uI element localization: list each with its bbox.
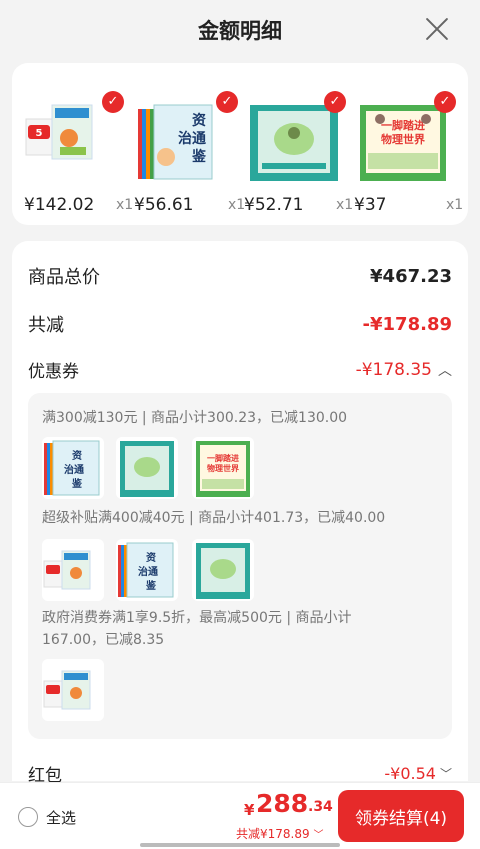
coupon-rule: 满300减130元 | 商品小计300.23，已减130.00: [42, 410, 348, 426]
coupon-product-thumbnail: 一脚踏进 物理世界: [192, 437, 254, 499]
select-all-label[interactable]: 全选: [46, 807, 76, 828]
coupon-product-thumbnail: [42, 539, 104, 601]
svg-text:治通: 治通: [178, 130, 206, 147]
svg-text:物理世界: 物理世界: [207, 463, 240, 473]
total-row: 商品总价 ¥467.23: [28, 263, 452, 289]
coupon-product-thumbnail: [116, 437, 178, 499]
selected-check-icon: ✓: [102, 91, 124, 113]
svg-text:治通: 治通: [138, 565, 158, 578]
coupon-product-thumbnail: [192, 539, 254, 601]
product-qty: x1: [336, 197, 354, 213]
svg-text:一脚踏进: 一脚踏进: [207, 453, 239, 463]
chevron-up-icon[interactable]: ︿: [438, 360, 452, 380]
svg-text:物理世界: 物理世界: [381, 132, 425, 146]
svg-text:一脚踏进: 一脚踏进: [381, 118, 425, 132]
selected-check-icon: ✓: [434, 91, 456, 113]
home-indicator: [140, 843, 340, 847]
coupon-value: -¥178.35: [355, 359, 432, 380]
close-icon[interactable]: [424, 16, 450, 42]
chevron-down-icon: ﹀: [313, 830, 324, 841]
product-qty: x1: [446, 197, 464, 213]
product-price: ¥52.71: [244, 195, 304, 215]
selected-check-icon: ✓: [216, 91, 238, 113]
coupon-row[interactable]: 优惠券 -¥178.35 ︿: [28, 357, 452, 383]
total-amount: 288: [256, 789, 309, 818]
select-all-radio[interactable]: [18, 807, 38, 827]
price-detail-card: 商品总价 ¥467.23 共减 -¥178.89 优惠券 -¥178.35 ︿ …: [12, 241, 468, 786]
items-card: 5 ✓ ¥142.02 x1 资 治通 鉴 ✓ ¥56.61 x1 ✓ ¥52.…: [12, 63, 468, 225]
reduce-value: -¥178.89: [362, 313, 452, 335]
product-price: ¥56.61: [134, 195, 194, 215]
product-qty: x1: [228, 197, 246, 213]
page-title: 金额明细: [198, 19, 282, 43]
total-currency: ¥: [244, 801, 255, 819]
checkout-button[interactable]: 领券结算(4): [338, 790, 464, 842]
selected-check-icon: ✓: [324, 91, 346, 113]
total-amount-decimal: .34: [308, 799, 333, 815]
svg-text:5: 5: [36, 128, 43, 139]
svg-text:鉴: 鉴: [145, 579, 157, 592]
svg-text:治通: 治通: [64, 463, 84, 476]
product-qty: x1: [116, 197, 134, 213]
total-label: 商品总价: [28, 267, 100, 288]
svg-text:资: 资: [192, 112, 206, 129]
coupon-label: 优惠券: [28, 362, 79, 382]
svg-text:鉴: 鉴: [71, 477, 83, 490]
product-item[interactable]: 5 ✓ ¥142.02 x1: [24, 81, 134, 215]
svg-text:鉴: 鉴: [191, 148, 207, 165]
checkout-bar: 全选 ¥ 288 .34 共减¥178.89 ﹀ 领券结算(4): [0, 782, 480, 849]
reduce-label: 共减: [28, 315, 64, 336]
coupon-product-thumbnail: [42, 659, 104, 721]
svg-text:资: 资: [72, 449, 82, 462]
coupon-detail-box: 满300减130元 | 商品小计300.23，已减130.00 资 治通 鉴 一…: [28, 393, 452, 739]
product-price: ¥142.02: [24, 195, 95, 215]
header: 金额明细: [0, 0, 480, 60]
chevron-down-icon[interactable]: ﹀: [440, 765, 452, 782]
coupon-product-thumbnail: 资 治通 鉴: [116, 539, 178, 601]
coupon-rule: 超级补贴满400减40元 | 商品小计401.73，已减40.00: [42, 510, 386, 526]
total-discount[interactable]: 共减¥178.89 ﹀: [236, 825, 323, 842]
total-value: ¥467.23: [370, 265, 452, 287]
total-discount-text: 共减¥178.89: [236, 827, 310, 841]
product-item[interactable]: ✓ ¥52.71 x1: [244, 81, 354, 215]
redpacket-value: -¥0.54: [384, 764, 436, 783]
coupon-rule-cont: 167.00，已减8.35: [42, 632, 165, 648]
coupon-product-thumbnail: 资 治通 鉴: [42, 437, 104, 499]
product-item[interactable]: 一脚踏进 物理世界 ✓ ¥37 x1: [354, 81, 464, 215]
coupon-rule: 政府消费券满1享9.5折，最高减500元 | 商品小计: [42, 610, 352, 626]
reduce-row: 共减 -¥178.89: [28, 311, 452, 337]
svg-text:资: 资: [146, 551, 156, 564]
product-price: ¥37: [354, 195, 387, 215]
product-item[interactable]: 资 治通 鉴 ✓ ¥56.61 x1: [134, 81, 246, 215]
